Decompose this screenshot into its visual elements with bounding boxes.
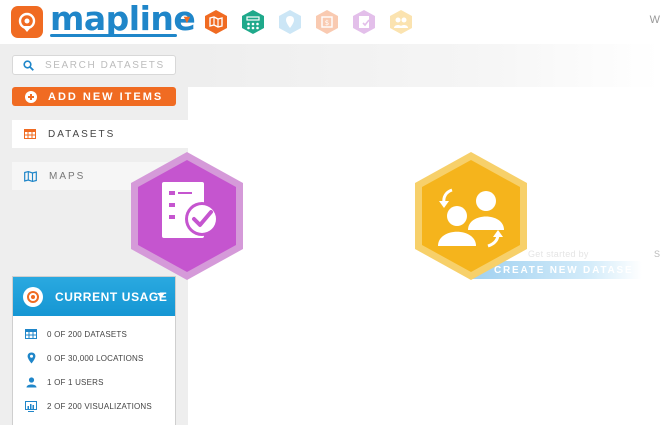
- usage-row-datasets: 0 OF 200 DATASETS: [25, 327, 127, 341]
- current-usage-header[interactable]: CURRENT USAGE: [13, 277, 175, 316]
- search-icon: [23, 59, 34, 71]
- checklist-tile-icon[interactable]: [128, 150, 246, 282]
- plus-circle-icon: [25, 90, 37, 103]
- search-input[interactable]: [45, 57, 165, 73]
- add-new-items-button[interactable]: ADD NEW ITEMS: [12, 87, 176, 106]
- sidebar-item-datasets[interactable]: DATASETS: [12, 120, 190, 148]
- chevron-down-icon[interactable]: [157, 293, 165, 298]
- map-icon: [24, 170, 37, 182]
- top-right-label[interactable]: W: [650, 14, 660, 26]
- nav-map-book-icon[interactable]: [203, 9, 229, 35]
- svg-text:$: $: [325, 19, 329, 27]
- logo-pin-icon[interactable]: [11, 6, 43, 38]
- chart-icon: [25, 400, 37, 412]
- logo-underline: [50, 34, 177, 37]
- hint-edge-text: S: [654, 249, 660, 259]
- usage-ring-icon: [23, 286, 43, 307]
- nav-territory-grid-icon[interactable]: [240, 9, 266, 35]
- nav-location-pin-icon[interactable]: [277, 9, 303, 35]
- team-exchange-tile-icon[interactable]: [412, 150, 530, 282]
- table-icon: [24, 129, 36, 139]
- usage-row-locations: 0 OF 30,000 LOCATIONS: [25, 351, 144, 365]
- location-pin-icon: [25, 352, 37, 364]
- current-usage-panel: CURRENT USAGE 0 OF 200 DATASETS 0 OF 30,…: [12, 276, 176, 425]
- nav-team-icon[interactable]: [388, 9, 414, 35]
- header-fade: [188, 44, 660, 87]
- usage-row-visualizations: 2 OF 200 VISUALIZATIONS: [25, 399, 152, 413]
- app-menu-caret-icon[interactable]: ▼: [181, 14, 193, 26]
- search-box[interactable]: [12, 55, 176, 75]
- nav-checklist-icon[interactable]: [351, 9, 377, 35]
- table-icon: [25, 328, 37, 340]
- usage-row-users: 1 OF 1 USERS: [25, 375, 104, 389]
- getting-started-hint: Get started by: [528, 249, 589, 259]
- nav-dataset-icon[interactable]: $: [314, 9, 340, 35]
- sidebar-item-label: MAPS: [49, 170, 86, 182]
- top-bar: mapline ▼ $ W: [0, 0, 660, 44]
- add-new-items-label: ADD NEW ITEMS: [48, 90, 164, 103]
- user-icon: [25, 376, 37, 388]
- usage-row-text: 1 OF 1 USERS: [47, 377, 104, 387]
- logo-wordmark[interactable]: mapline: [50, 1, 196, 37]
- usage-row-text: 0 OF 200 DATASETS: [47, 329, 128, 339]
- usage-row-text: 0 OF 30,000 LOCATIONS: [47, 353, 144, 363]
- usage-row-text: 2 OF 200 VISUALIZATIONS: [47, 401, 152, 411]
- current-usage-title: CURRENT USAGE: [55, 289, 168, 304]
- sidebar-item-label: DATASETS: [48, 128, 116, 140]
